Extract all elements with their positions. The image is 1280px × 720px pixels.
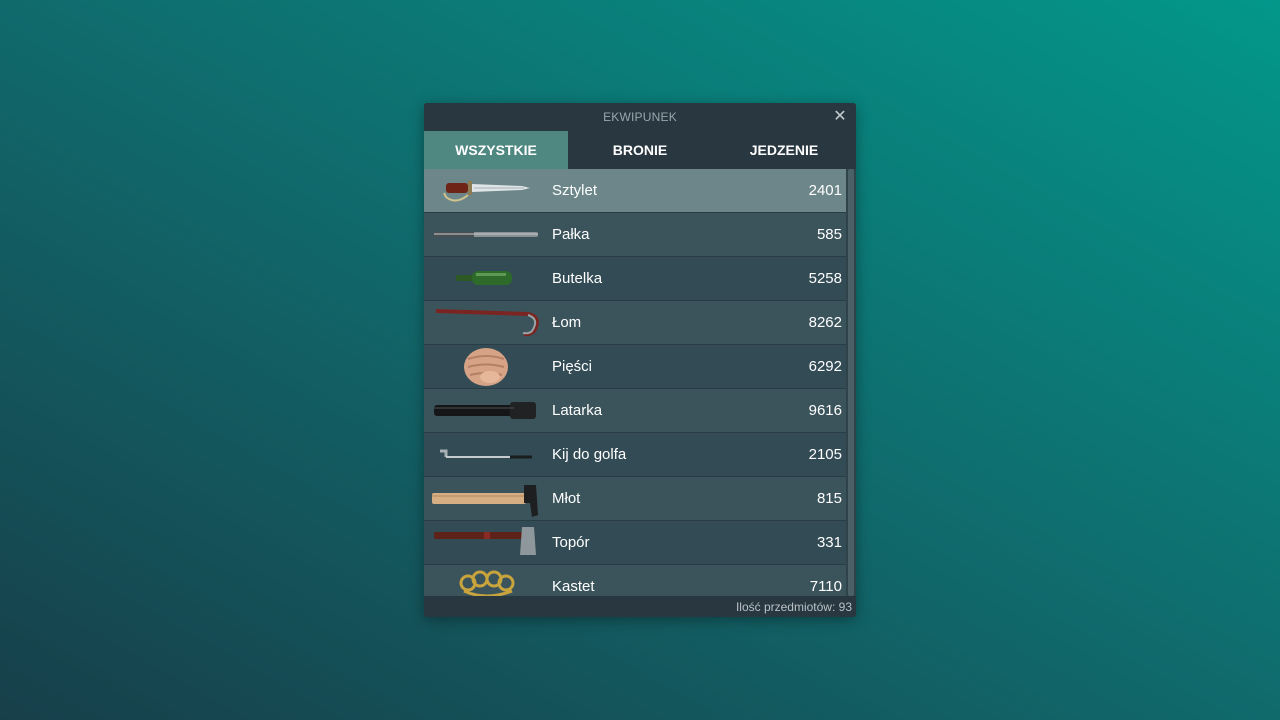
list-item[interactable]: Łom 8262: [424, 301, 846, 345]
item-name: Kij do golfa: [552, 446, 627, 463]
list-item[interactable]: Latarka 9616: [424, 389, 846, 433]
item-name: Latarka: [552, 402, 603, 419]
item-name: Młot: [552, 490, 581, 507]
item-name: Kastet: [552, 578, 595, 595]
list-item[interactable]: Sztylet 2401: [424, 169, 846, 213]
list-item[interactable]: Kij do golfa 2105: [424, 433, 846, 477]
item-count: 6292: [808, 358, 842, 375]
item-name: Pałka: [552, 226, 590, 243]
crowbar-icon: [424, 301, 540, 344]
tab-all[interactable]: WSZYSTKIE: [424, 131, 568, 169]
item-count: 5258: [808, 270, 842, 287]
item-count: 2105: [808, 446, 842, 463]
item-name: Pięści: [552, 358, 593, 375]
list-item[interactable]: Butelka 5258: [424, 257, 846, 301]
dagger-icon: [424, 169, 540, 212]
item-count: 7110: [809, 578, 842, 595]
flashlight-icon: [424, 389, 540, 432]
list-item[interactable]: Kastet 7110: [424, 565, 846, 596]
item-list[interactable]: Sztylet 2401 Pałka 585 Butelka 5258 Łom …: [424, 169, 856, 596]
item-name: Topór: [552, 534, 590, 551]
footer: Ilość przedmiotów: 93: [424, 596, 856, 617]
baton-icon: [424, 213, 540, 256]
item-count: 815: [816, 490, 842, 507]
scrollbar-thumb[interactable]: [848, 169, 854, 596]
item-count: 585: [816, 226, 842, 243]
item-name: Sztylet: [552, 182, 598, 199]
bottle-icon: [424, 257, 540, 300]
brass-knuckles-icon: [424, 565, 540, 596]
list-item[interactable]: Topór 331: [424, 521, 846, 565]
item-count: 8262: [808, 314, 842, 331]
close-icon[interactable]: ✕: [830, 107, 850, 127]
item-count: 2401: [808, 182, 842, 199]
hammer-icon: [424, 477, 540, 520]
item-name: Butelka: [552, 270, 603, 287]
list-item[interactable]: Pałka 585: [424, 213, 846, 257]
title-bar: EKWIPUNEK ✕: [424, 103, 856, 131]
item-count-summary: Ilość przedmiotów: 93: [735, 599, 852, 614]
tab-food[interactable]: JEDZENIE: [712, 131, 856, 169]
list-item[interactable]: Pięści 6292: [424, 345, 846, 389]
inventory-window: EKWIPUNEK ✕ WSZYSTKIE BRONIE JEDZENIE Sz…: [424, 103, 856, 617]
fist-icon: [424, 345, 540, 388]
tab-weapons[interactable]: BRONIE: [568, 131, 712, 169]
item-count: 9616: [808, 402, 842, 419]
list-item[interactable]: Młot 815: [424, 477, 846, 521]
axe-icon: [424, 521, 540, 564]
tab-bar: WSZYSTKIE BRONIE JEDZENIE: [424, 131, 856, 169]
item-count: 331: [816, 534, 842, 551]
item-name: Łom: [552, 314, 582, 331]
scrollbar[interactable]: [846, 169, 856, 596]
window-title: EKWIPUNEK: [603, 110, 677, 124]
golf-club-icon: [424, 433, 540, 476]
